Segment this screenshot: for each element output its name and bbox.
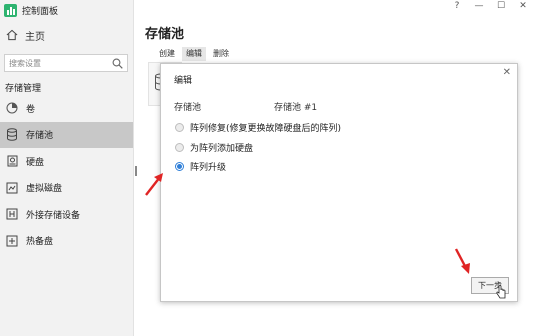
app-header: 控制面板 <box>0 0 133 20</box>
home-label: 主页 <box>25 31 45 43</box>
annotation-arrow-icon <box>145 173 163 196</box>
sidebar-item-label: 硬盘 <box>26 157 45 168</box>
page-title: 存储池 <box>145 27 185 42</box>
option-add-disk[interactable]: 为阵列添加硬盘 <box>175 141 253 154</box>
option-array-repair[interactable]: 阵列修复(修复更换故障硬盘后的阵列) <box>175 121 341 134</box>
virtual-disk-icon <box>6 182 18 194</box>
option-array-upgrade[interactable]: 阵列升级 <box>175 160 226 173</box>
sidebar-item-label: 外接存储设备 <box>26 210 81 221</box>
option-label: 为阵列添加硬盘 <box>190 144 254 154</box>
sidebar-item-label: 虚拟磁盘 <box>26 184 63 195</box>
volume-icon <box>6 102 18 114</box>
dialog-close-button[interactable]: ✕ <box>503 67 511 78</box>
storage-pool-icon <box>6 128 18 142</box>
search-placeholder: 搜索设置 <box>9 58 41 68</box>
sidebar-item-label: 存储池 <box>26 131 54 142</box>
sidebar-item-hdd[interactable]: 硬盘 <box>0 148 133 175</box>
sidebar-item-label: 卷 <box>26 104 36 115</box>
delete-button[interactable]: 删除 <box>209 47 233 61</box>
pool-field-value: 存储池 #1 <box>274 103 318 113</box>
option-label: 阵列修复(修复更换故障硬盘后的阵列) <box>190 124 342 134</box>
dialog-title: 编辑 <box>174 76 193 86</box>
search-icon[interactable] <box>111 57 123 69</box>
hdd-icon <box>6 155 18 167</box>
sidebar-item-hot-spare[interactable]: 热备盘 <box>0 228 133 255</box>
sidebar: 控制面板 主页 搜索设置 存储管理 卷 存储池 硬盘 虚拟磁盘 外接存储设备 热… <box>0 0 134 336</box>
radio-button[interactable] <box>175 123 184 132</box>
home-icon <box>6 29 18 41</box>
radio-button-selected[interactable] <box>175 162 184 171</box>
external-storage-icon <box>6 208 18 220</box>
window-controls: ? — ☐ ✕ <box>446 0 534 14</box>
search-input[interactable]: 搜索设置 <box>4 54 128 72</box>
close-window-button[interactable]: ✕ <box>512 0 534 14</box>
option-label: 阵列升级 <box>190 163 227 173</box>
help-button[interactable]: ? <box>446 0 468 14</box>
sidebar-item-storage-pool[interactable]: 存储池 <box>0 121 133 148</box>
home-link[interactable]: 主页 <box>0 22 133 48</box>
maximize-button[interactable]: ☐ <box>490 0 512 14</box>
sidebar-item-label: 热备盘 <box>26 237 54 248</box>
sidebar-item-virtual-disk[interactable]: 虚拟磁盘 <box>0 175 133 202</box>
edit-button[interactable]: 编辑 <box>182 47 206 61</box>
create-button[interactable]: 创建 <box>155 47 179 61</box>
app-title: 控制面板 <box>22 6 59 17</box>
hand-cursor-icon <box>496 285 506 299</box>
splitter-handle[interactable] <box>135 166 137 176</box>
hot-spare-icon <box>6 235 18 247</box>
minimize-button[interactable]: — <box>468 0 490 14</box>
storage-section-title: 存储管理 <box>5 84 42 94</box>
toolbar: 创建 编辑 删除 <box>155 47 236 61</box>
sidebar-item-volume[interactable]: 卷 <box>0 95 133 122</box>
radio-button[interactable] <box>175 143 184 152</box>
control-panel-logo-icon <box>4 3 17 17</box>
pool-field-label: 存储池 <box>174 103 202 113</box>
sidebar-item-external-storage[interactable]: 外接存储设备 <box>0 201 133 228</box>
annotation-arrow-icon <box>454 248 470 274</box>
